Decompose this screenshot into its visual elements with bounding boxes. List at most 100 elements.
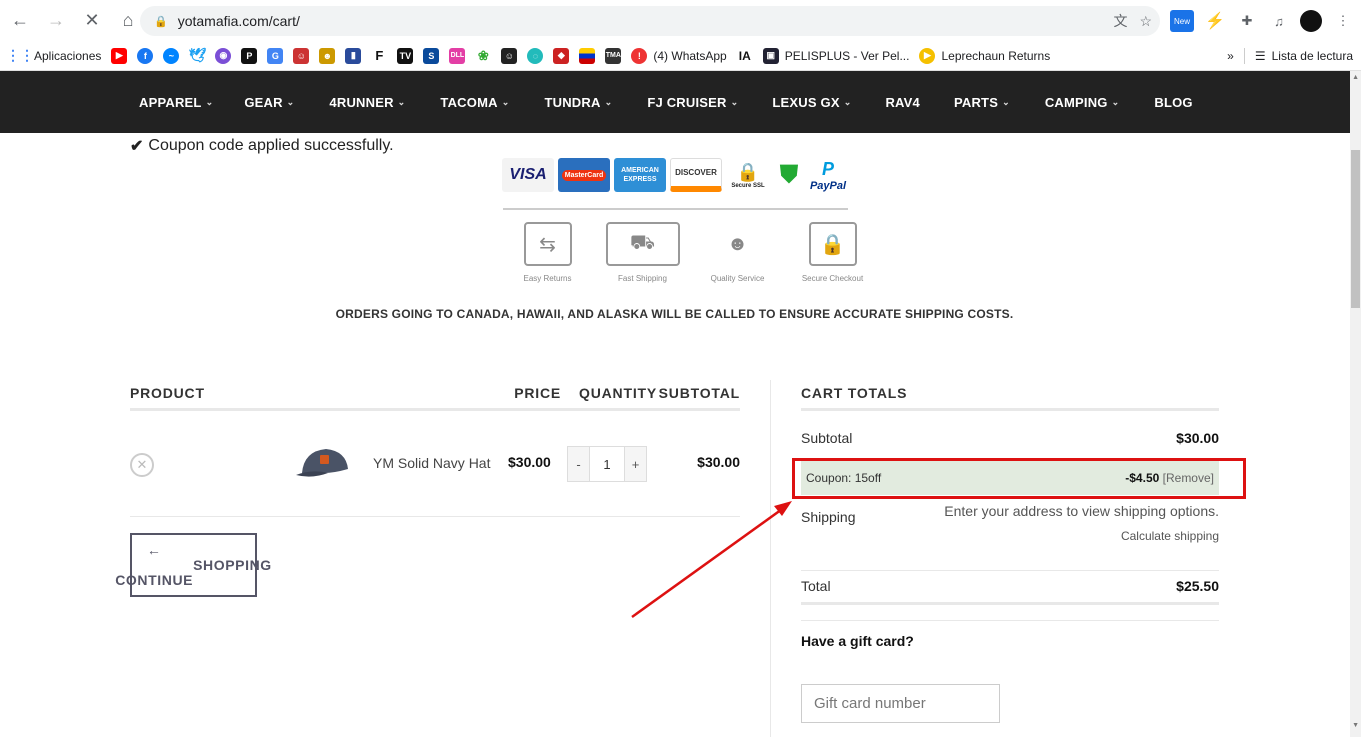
nav-gear[interactable]: GEAR ⌄ — [244, 95, 294, 110]
reading-list-icon[interactable]: ☰ — [1255, 49, 1266, 63]
play-circle-icon: ▶ — [919, 47, 936, 64]
nav-camping[interactable]: CAMPING ⌄ — [1045, 95, 1120, 110]
nav-label[interactable]: GEAR — [244, 95, 282, 110]
bookmark-star-icon[interactable]: ☆ — [1139, 13, 1152, 30]
chevron-down-icon: ⌄ — [1111, 96, 1120, 107]
bookmark-whatsapp[interactable]: ! (4) WhatsApp — [631, 47, 727, 64]
feature-easy-returns: ⇆ Easy Returns — [500, 222, 595, 283]
bookmark-leprechaun[interactable]: ▶ Leprechaun Returns — [919, 47, 1050, 64]
bookmark-cycle[interactable]: ◌ — [527, 47, 544, 64]
bookmark-translate[interactable]: G — [267, 47, 284, 64]
p-letter-icon: P — [241, 47, 258, 64]
browser-toolbar: ← → ✕ ⌂ 🔒 yotamafia.com/cart/ 文 ☆ New ⚡ … — [0, 0, 1361, 41]
nav-label[interactable]: CAMPING — [1045, 95, 1108, 110]
translate-icon[interactable]: 文 — [1113, 11, 1127, 31]
nav-label[interactable]: BLOG — [1154, 95, 1192, 110]
lock-icon[interactable]: 🔒 — [154, 15, 168, 28]
stop-loading-icon[interactable]: ✕ — [76, 5, 108, 37]
bookmark-green[interactable]: ❀ — [475, 48, 491, 64]
profile-avatar[interactable] — [1300, 10, 1322, 32]
bookmark-s[interactable]: S — [423, 47, 440, 64]
total-row: Total $25.50 — [801, 571, 1219, 605]
nav-label[interactable]: APPAREL — [139, 95, 202, 110]
chevron-down-icon: ⌄ — [1002, 96, 1010, 107]
nav-tundra[interactable]: TUNDRA ⌄ — [544, 95, 612, 110]
nav-blog[interactable]: BLOG — [1154, 95, 1192, 110]
cart-item-row: ✕ YM Solid Navy Hat $30.00 - 1 + $30.00 — [130, 411, 740, 517]
bookmark-twitter[interactable]: 🕊 — [188, 47, 206, 64]
product-name-link[interactable]: YM Solid Navy Hat — [373, 455, 490, 471]
nav-label[interactable]: PARTS — [954, 95, 998, 110]
bookmark-tma[interactable]: TMA — [605, 47, 622, 64]
forward-icon[interactable]: → — [40, 5, 72, 37]
quantity-decrease-button[interactable]: - — [568, 447, 589, 481]
nav-tacoma[interactable]: TACOMA ⌄ — [440, 95, 509, 110]
nav-label[interactable]: LEXUS GX — [772, 95, 839, 110]
reading-list-label[interactable]: Lista de lectura — [1272, 49, 1353, 63]
nav-label[interactable]: RAV4 — [885, 95, 920, 110]
nav-apparel[interactable]: APPAREL ⌄ — [139, 95, 213, 110]
bookmark-pelisplus[interactable]: ▣ PELISPLUS - Ver Pel... — [762, 47, 910, 64]
bookmark-apps[interactable]: ⋮⋮ Aplicaciones — [6, 47, 101, 64]
bookmark-character2[interactable]: ☻ — [319, 47, 336, 64]
tv-icon: TV — [397, 47, 414, 64]
notice-text: Coupon code applied successfully. — [148, 137, 394, 154]
quantity-input[interactable]: 1 — [589, 447, 625, 481]
nav-rav4[interactable]: RAV4 — [885, 95, 920, 110]
bookmark-p[interactable]: P — [241, 47, 258, 64]
quantity-increase-button[interactable]: + — [625, 447, 646, 481]
product-price: $30.00 — [508, 454, 551, 470]
character-icon: ☻ — [319, 47, 336, 64]
media-control-icon[interactable]: ♫ — [1268, 10, 1290, 32]
bookmark-red-car[interactable]: ◆ — [553, 47, 570, 64]
bookmarks-overflow-icon[interactable]: » — [1227, 49, 1234, 63]
menu-kebab-icon[interactable]: ⋮ — [1332, 10, 1354, 32]
bookmark-character1[interactable]: ☺ — [293, 47, 310, 64]
nav-label[interactable]: TUNDRA — [544, 95, 600, 110]
bookmark-tv[interactable]: TV — [397, 47, 414, 64]
bookmark-messenger[interactable]: ~ — [163, 47, 180, 64]
scroll-down-arrow-icon[interactable]: ▼ — [1352, 722, 1359, 729]
alert-icon: ! — [631, 47, 648, 64]
nav-label[interactable]: TACOMA — [440, 95, 497, 110]
bookmark-venezuela[interactable] — [579, 47, 596, 64]
bookmark-blue-book[interactable]: ▮ — [345, 47, 362, 64]
gift-card-input[interactable]: Gift card number — [801, 684, 1000, 723]
nav-lexus-gx[interactable]: LEXUS GX ⌄ — [772, 95, 851, 110]
chevron-down-icon: ⌄ — [604, 96, 613, 107]
nav-label[interactable]: 4RUNNER — [329, 95, 393, 110]
bookmark-facebook[interactable]: f — [137, 47, 154, 64]
calculate-shipping-link[interactable]: Calculate shipping — [1121, 529, 1219, 543]
tma-icon: TMA — [605, 47, 622, 64]
url-text[interactable]: yotamafia.com/cart/ — [178, 13, 300, 29]
bookmark-che[interactable]: ☺ — [501, 47, 518, 64]
bookmark-dll[interactable]: DLL — [449, 47, 466, 64]
visa-logo: VISA — [502, 158, 554, 192]
bookmark-purple[interactable]: ◉ — [215, 47, 232, 64]
bookmark-label: PELISPLUS - Ver Pel... — [784, 48, 910, 63]
address-bar[interactable]: 🔒 yotamafia.com/cart/ 文 ☆ — [140, 6, 1160, 36]
remove-item-icon[interactable]: ✕ — [130, 453, 154, 477]
coupon-success-notice: ✔ Coupon code applied successfully. — [130, 136, 394, 156]
back-icon[interactable]: ← — [4, 5, 36, 37]
nav-label[interactable]: FJ CRUISER — [647, 95, 726, 110]
scroll-up-arrow-icon[interactable]: ▲ — [1352, 74, 1359, 81]
bookmark-label: (4) WhatsApp — [653, 48, 727, 63]
column-divider — [770, 380, 771, 737]
header-subtotal: SUBTOTAL — [658, 385, 740, 401]
checkmark-icon: ✔ — [130, 138, 144, 155]
bookmark-youtube[interactable]: ▶ — [111, 47, 128, 64]
bookmark-wa-logo[interactable]: IA — [737, 48, 753, 64]
product-thumbnail[interactable] — [294, 443, 354, 483]
new-extension-icon[interactable]: New — [1170, 10, 1194, 32]
bolt-extension-icon[interactable]: ⚡ — [1204, 10, 1226, 32]
nav-parts[interactable]: PARTS ⌄ — [954, 95, 1010, 110]
scrollbar-thumb[interactable] — [1351, 150, 1360, 308]
nav-fj-cruiser[interactable]: FJ CRUISER ⌄ — [647, 95, 738, 110]
puzzle-extensions-icon[interactable]: ✚ — [1236, 10, 1258, 32]
ssl-text: Secure SSL — [731, 182, 765, 189]
continue-shopping-button[interactable]: ← CONTINUE SHOPPING — [115, 533, 271, 597]
quantity-stepper[interactable]: - 1 + — [567, 446, 647, 482]
bookmark-f[interactable]: F — [371, 48, 387, 64]
nav-4runner[interactable]: 4RUNNER ⌄ — [329, 95, 405, 110]
